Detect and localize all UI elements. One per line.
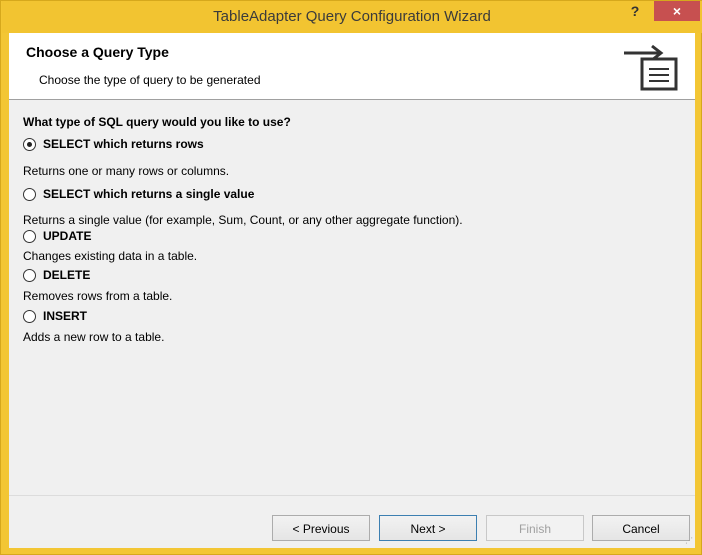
radio-select-single-value[interactable]: [23, 187, 36, 201]
dialog-client-area: Choose a Query Type Choose the type of q…: [9, 33, 695, 548]
option-label[interactable]: SELECT which returns a single value: [43, 187, 254, 201]
page-title: Choose a Query Type: [26, 44, 169, 60]
option-description: Changes existing data in a table.: [23, 249, 198, 263]
option-insert[interactable]: INSERT: [23, 309, 87, 323]
cancel-button[interactable]: Cancel: [592, 515, 690, 541]
finish-button: Finish: [486, 515, 584, 541]
option-description: Adds a new row to a table.: [23, 330, 165, 344]
option-update[interactable]: UPDATE: [23, 229, 91, 243]
option-description: Removes rows from a table.: [23, 289, 173, 303]
wizard-header: Choose a Query Type Choose the type of q…: [9, 33, 695, 100]
option-label[interactable]: SELECT which returns rows: [43, 137, 204, 151]
option-select-rows[interactable]: SELECT which returns rows: [23, 137, 204, 151]
next-button[interactable]: Next >: [379, 515, 477, 541]
previous-button[interactable]: < Previous: [272, 515, 370, 541]
radio-delete[interactable]: [23, 268, 36, 282]
query-question: What type of SQL query would you like to…: [23, 115, 291, 129]
window-title: TableAdapter Query Configuration Wizard: [213, 8, 491, 25]
option-label[interactable]: DELETE: [43, 268, 90, 282]
option-delete[interactable]: DELETE: [23, 268, 90, 282]
option-label[interactable]: INSERT: [43, 309, 87, 323]
resize-grip-icon[interactable]: ⋰: [683, 536, 693, 546]
close-button[interactable]: ×: [654, 1, 700, 21]
radio-select-rows[interactable]: [23, 137, 36, 151]
option-description: Returns a single value (for example, Sum…: [23, 213, 463, 227]
option-label[interactable]: UPDATE: [43, 229, 91, 243]
wizard-window: TableAdapter Query Configuration Wizard …: [0, 0, 702, 555]
page-subtitle: Choose the type of query to be generated: [39, 73, 261, 87]
radio-insert[interactable]: [23, 309, 36, 323]
query-wizard-icon: [624, 44, 678, 91]
footer-divider: [9, 495, 695, 496]
title-bar[interactable]: TableAdapter Query Configuration Wizard …: [2, 1, 702, 33]
radio-update[interactable]: [23, 229, 36, 243]
option-description: Returns one or many rows or columns.: [23, 164, 230, 178]
option-select-single-value[interactable]: SELECT which returns a single value: [23, 187, 254, 201]
help-button[interactable]: ?: [622, 3, 648, 23]
